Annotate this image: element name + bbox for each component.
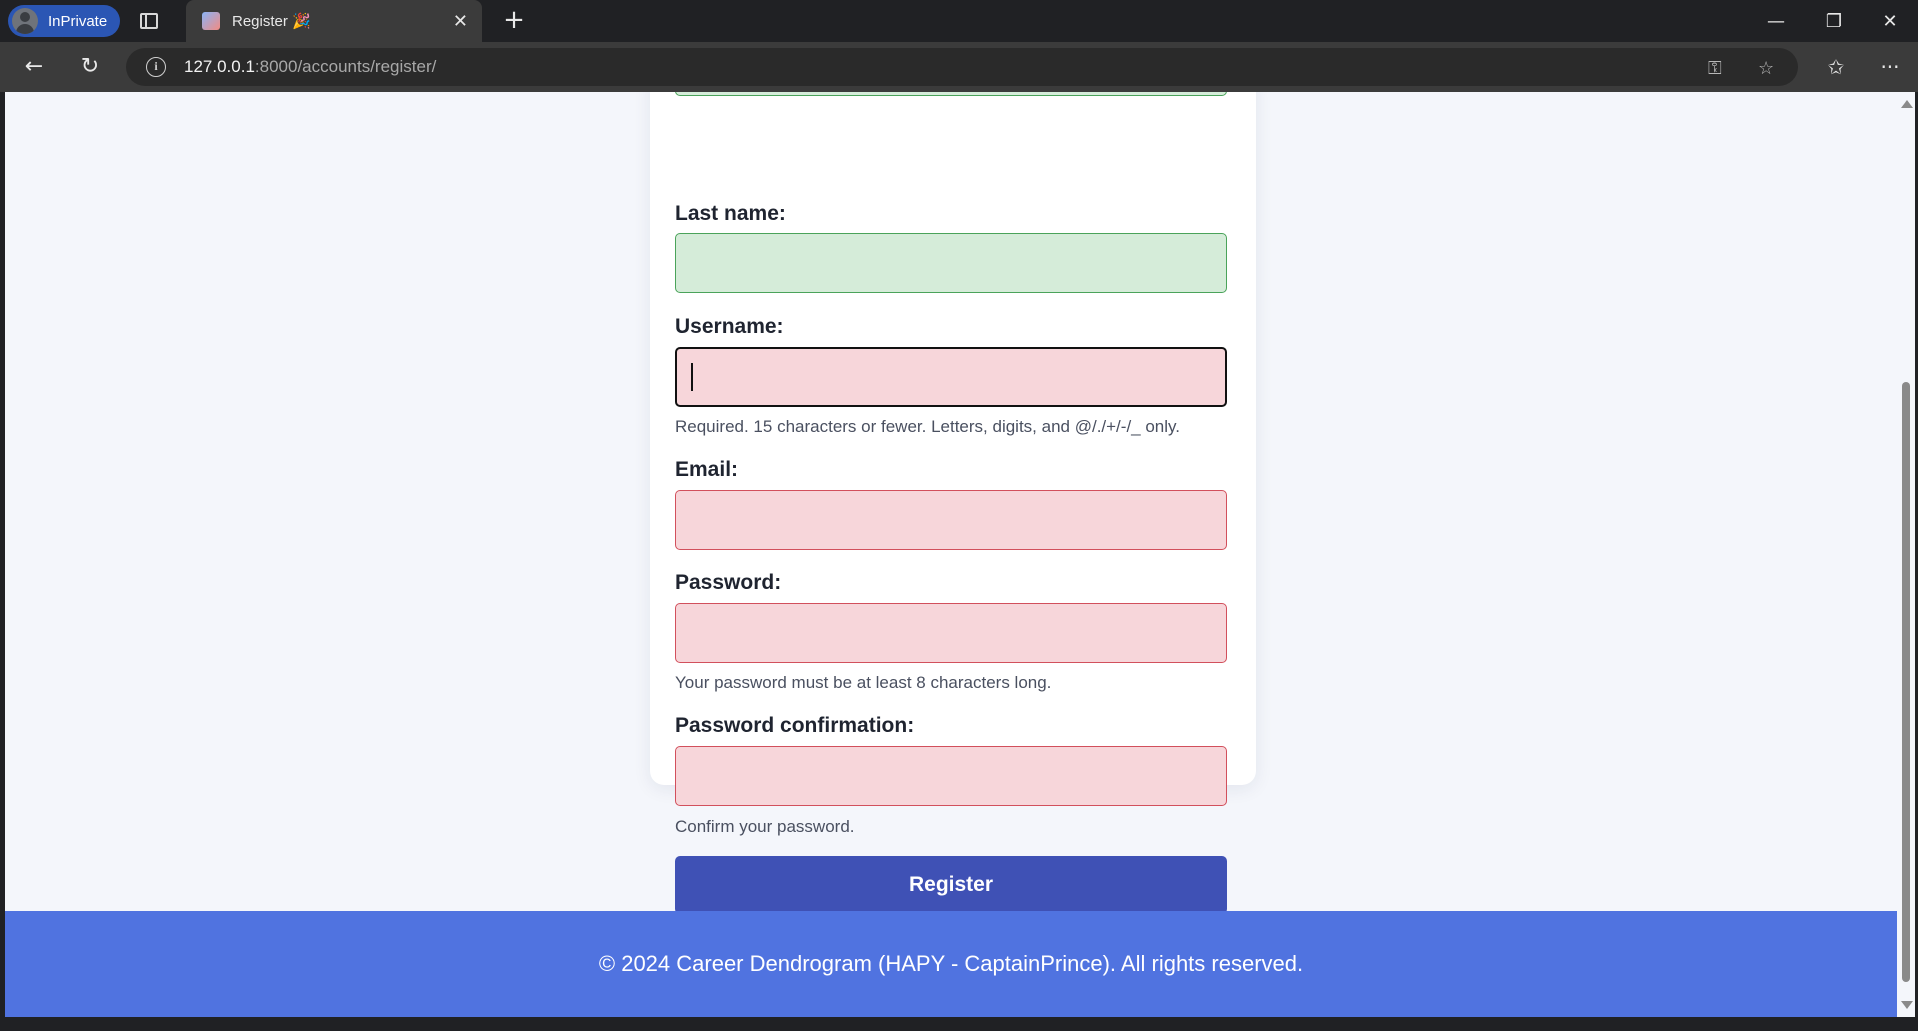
email-input[interactable] <box>675 490 1227 550</box>
password-label: Password: <box>675 571 782 594</box>
restore-icon[interactable]: ❐ <box>1806 0 1862 42</box>
email-label: Email: <box>675 458 739 481</box>
password-confirm-input[interactable] <box>675 746 1227 806</box>
password-help-text: Your password must be at least 8 charact… <box>675 673 1052 692</box>
inprivate-label: InPrivate <box>48 12 108 30</box>
tab-title: Register 🎉 <box>232 13 311 30</box>
inprivate-profile-button[interactable]: InPrivate <box>8 5 120 37</box>
last-name-label: Last name: <box>675 202 786 225</box>
scroll-up-icon[interactable] <box>1901 100 1913 108</box>
close-icon[interactable]: ✕ <box>453 11 468 32</box>
back-arrow-icon[interactable]: ← <box>16 50 52 84</box>
info-icon[interactable]: i <box>146 57 166 77</box>
tab-actions-icon[interactable] <box>134 6 164 36</box>
favicon-icon <box>202 12 220 30</box>
url-text[interactable]: 127.0.0.1:8000/accounts/register/ <box>184 57 436 77</box>
tab-register[interactable]: Register 🎉 ✕ <box>186 0 482 42</box>
key-icon[interactable]: ⚿ <box>1708 58 1722 79</box>
register-form-card: Last name: Username: Required. 15 charac… <box>650 92 1256 914</box>
page-scrollbar[interactable] <box>1897 92 1915 1017</box>
profile-avatar-icon <box>12 8 38 34</box>
footer-copyright: © 2024 Career Dendrogram (HAPY - Captain… <box>598 951 1304 976</box>
register-button[interactable]: Register <box>675 856 1227 914</box>
star-icon[interactable]: ☆ <box>1758 58 1774 79</box>
refresh-icon[interactable]: ↻ <box>72 50 108 84</box>
browser-title-bar: InPrivate Register 🎉 ✕ + — ❐ ✕ <box>0 0 1918 42</box>
scroll-down-icon[interactable] <box>1901 1001 1913 1009</box>
username-input[interactable] <box>675 347 1227 407</box>
last-name-input[interactable] <box>675 233 1227 293</box>
password-input[interactable] <box>675 603 1227 663</box>
browser-toolbar: ← ↻ i 127.0.0.1:8000/accounts/register/ … <box>0 42 1918 92</box>
password-confirm-help-text: Confirm your password. <box>675 817 855 836</box>
username-help-text: Required. 15 characters or fewer. Letter… <box>675 417 1180 436</box>
more-icon[interactable]: ··· <box>1872 50 1908 84</box>
new-tab-plus-icon[interactable]: + <box>498 5 530 37</box>
minimize-icon[interactable]: — <box>1748 0 1804 42</box>
taskbar-edge <box>0 1017 1918 1031</box>
address-bar[interactable]: i 127.0.0.1:8000/accounts/register/ ⚿ ☆ <box>126 48 1798 86</box>
first-name-input[interactable] <box>675 92 1227 96</box>
username-label: Username: <box>675 315 784 338</box>
password-confirm-label: Password confirmation: <box>675 714 915 737</box>
window-close-icon[interactable]: ✕ <box>1862 0 1918 42</box>
page-footer: © 2024 Career Dendrogram (HAPY - Captain… <box>5 911 1897 1017</box>
text-caret <box>691 363 693 391</box>
favorites-icon[interactable]: ✩ <box>1818 50 1854 84</box>
scroll-thumb[interactable] <box>1902 382 1910 982</box>
page-viewport: Last name: Username: Required. 15 charac… <box>5 92 1897 1017</box>
